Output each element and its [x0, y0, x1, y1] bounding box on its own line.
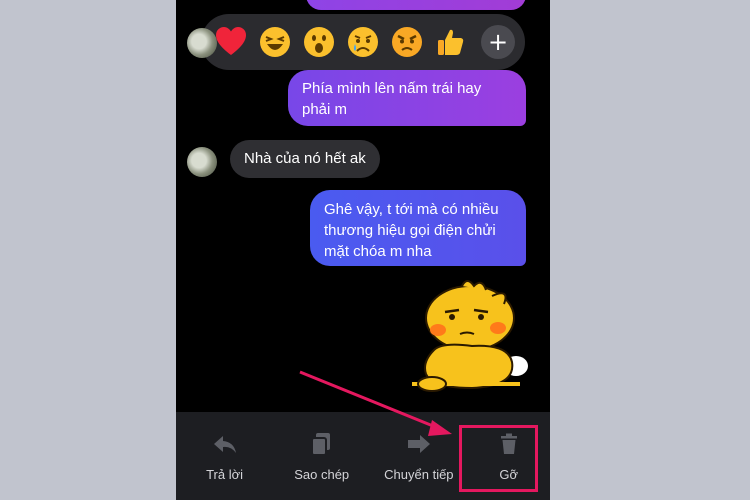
sticker-image[interactable]	[412, 278, 532, 403]
copy-button[interactable]: Sao chép	[273, 412, 370, 500]
reply-button[interactable]: Trả lời	[176, 412, 273, 500]
forward-arrow-icon	[407, 434, 430, 453]
laughing-emoji-icon[interactable]	[255, 22, 295, 62]
surprised-emoji-icon[interactable]	[299, 22, 339, 62]
thumbs-up-icon[interactable]	[431, 22, 471, 62]
avatar[interactable]	[187, 147, 217, 177]
message-bubble-cut-off[interactable]	[306, 0, 526, 10]
avatar[interactable]	[187, 28, 217, 58]
reply-label: Trả lời	[206, 466, 244, 482]
sad-emoji-icon[interactable]	[343, 22, 383, 62]
heart-icon[interactable]	[211, 22, 251, 62]
forward-label: Chuyển tiếp	[384, 466, 454, 482]
sent-message-bubble[interactable]: Ghê vậy, t tới mà có nhiều thương hiệu g…	[310, 190, 526, 266]
reply-icon	[213, 435, 236, 453]
received-message-bubble[interactable]: Nhà của nó hết ak	[230, 140, 380, 178]
highlight-box	[459, 425, 538, 492]
copy-label: Sao chép	[294, 466, 350, 482]
copy-icon	[310, 432, 330, 456]
more-reactions-button[interactable]: +	[481, 25, 515, 59]
reaction-bar: +	[201, 14, 525, 70]
forward-button[interactable]: Chuyển tiếp	[370, 412, 467, 500]
angry-emoji-icon[interactable]	[387, 22, 427, 62]
sent-message-bubble[interactable]: Phía mình lên nấm trái hay phải m	[288, 70, 526, 126]
